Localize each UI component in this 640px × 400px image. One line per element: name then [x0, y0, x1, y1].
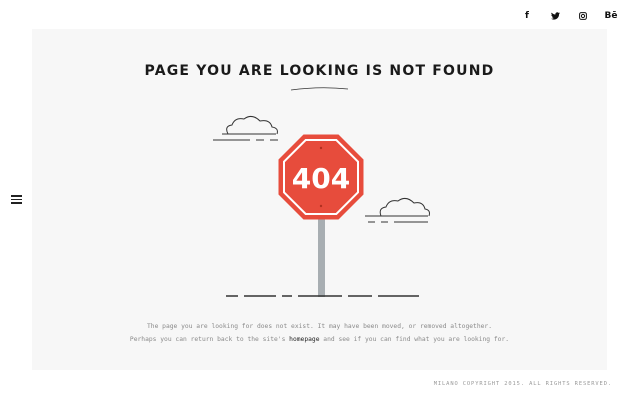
instagram-icon[interactable]: [574, 9, 592, 23]
error-panel: PAGE YOU ARE LOOKING IS NOT FOUND 404 Th…: [32, 29, 607, 370]
twitter-icon[interactable]: [546, 9, 564, 23]
stop-sign: 404: [278, 134, 364, 220]
hamburger-menu-icon[interactable]: [11, 195, 22, 204]
illustration: 404: [213, 115, 430, 297]
sign-pole: [318, 215, 325, 297]
facebook-icon[interactable]: f: [518, 9, 536, 23]
copyright-text: MILANO COPYRIGHT 2015. ALL RIGHTS RESERV…: [433, 381, 612, 387]
sign-text: 404: [292, 162, 350, 195]
homepage-link[interactable]: homepage: [289, 336, 319, 343]
social-links: f Bē: [508, 9, 620, 23]
message-line-2: Perhaps you can return back to the site'…: [129, 336, 510, 343]
cloud-icon: [365, 197, 430, 223]
message-line-1: The page you are looking for does not ex…: [147, 323, 492, 330]
behance-icon[interactable]: Bē: [602, 9, 620, 23]
cloud-icon: [213, 115, 278, 141]
error-message: The page you are looking for does not ex…: [32, 320, 607, 346]
